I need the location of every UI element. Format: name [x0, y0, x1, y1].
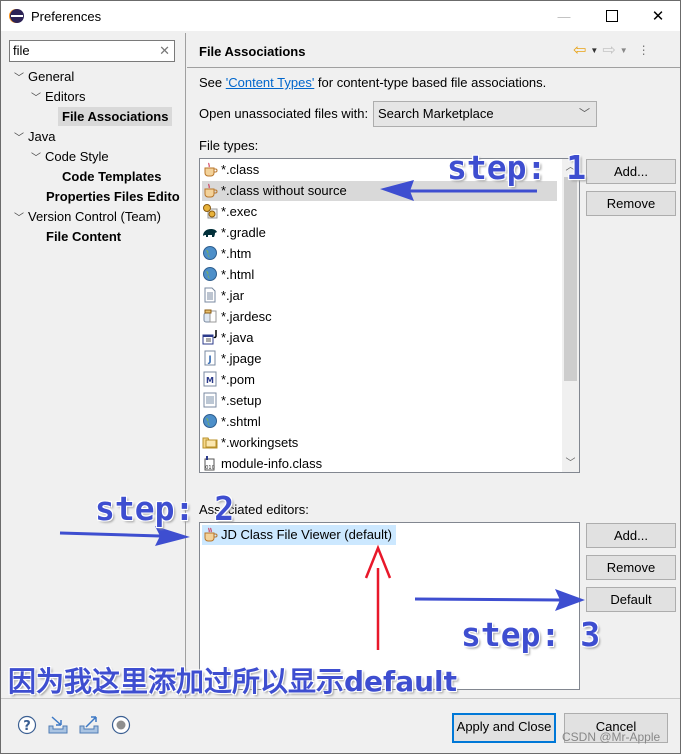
red-up-arrow: [364, 544, 392, 650]
step1-label: step: 1: [447, 148, 587, 187]
step3-label: step: 3: [461, 615, 601, 654]
watermark: CSDN @Mr-Apple: [562, 730, 661, 744]
note-label: 因为我这里添加过所以显示default: [8, 665, 458, 698]
step2-arrow: [59, 526, 190, 546]
step2-label: step: 2: [95, 489, 235, 528]
step3-arrow: [414, 589, 585, 611]
